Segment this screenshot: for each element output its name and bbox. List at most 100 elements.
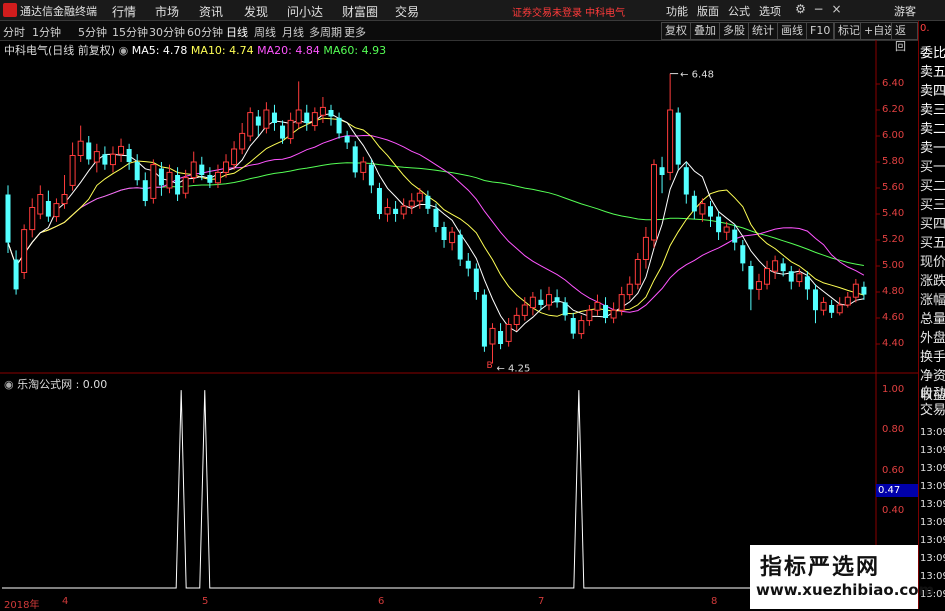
sidebar-item[interactable]: 自动 [920, 385, 945, 403]
candle [498, 323, 504, 350]
sidebar-item[interactable]: 外盘 [920, 330, 945, 348]
menu-item-news[interactable]: 资讯 [199, 3, 223, 20]
sidebar-item[interactable]: 净资 [920, 368, 945, 386]
tab-more[interactable]: 更多 [344, 24, 366, 40]
candle [449, 227, 456, 251]
overlay-button[interactable]: 叠加 [690, 22, 720, 40]
sidebar-item[interactable]: 买二 [920, 178, 945, 196]
menu-item-quotes[interactable]: 行情 [112, 3, 136, 20]
date-axis: 2018年 4 5 6 7 8 [0, 596, 876, 611]
candle [764, 260, 771, 290]
candle [603, 297, 609, 324]
sidebar-item[interactable]: 涨跌 [920, 273, 945, 291]
candle [393, 201, 399, 222]
menu-item-community[interactable]: 财富圈 [342, 3, 378, 20]
sidebar-item[interactable]: 现价 [920, 254, 945, 272]
menu-item-discover[interactable]: 发现 [244, 3, 268, 20]
trade-status-warning: 证券交易未登录 中科电气 [512, 8, 626, 19]
sidebar-item[interactable]: 卖三 [920, 102, 945, 120]
sidebar-item[interactable]: 交易 [920, 402, 945, 420]
tab-30min[interactable]: 30分钟 [149, 24, 185, 40]
price-tick-label: 4.60 [882, 312, 905, 323]
tab-weekly[interactable]: 周线 [254, 24, 276, 40]
sidebar-item[interactable]: 卖二 [920, 121, 945, 139]
low-price-label: ← 4.25 [496, 364, 530, 375]
tab-15min[interactable]: 15分钟 [112, 24, 148, 40]
sidebar-item[interactable]: 换手 [920, 349, 945, 367]
sidebar-item[interactable]: 买一 [920, 159, 945, 177]
sub-tick-label: 0.60 [882, 464, 905, 476]
menu-item-market[interactable]: 市场 [155, 3, 179, 20]
menu-item-formula[interactable]: 公式 [728, 3, 750, 19]
menu-item-function[interactable]: 功能 [666, 3, 688, 19]
candle [829, 299, 835, 318]
buy-marker: B [486, 361, 492, 371]
price-axis: 6.40 6.20 6.00 5.80 5.60 5.40 5.20 5.00 4.80 4.60… [876, 40, 920, 590]
candle [546, 286, 553, 311]
sidebar-item[interactable]: 卖一 [920, 140, 945, 158]
sidebar-item[interactable]: 买四 [920, 216, 945, 234]
tab-5min[interactable]: 5分钟 [78, 24, 107, 40]
adjust-button[interactable]: 复权 [661, 22, 691, 40]
candle [594, 294, 601, 316]
candle [683, 162, 689, 204]
login-link[interactable]: 游客 [894, 3, 916, 19]
candle [642, 227, 649, 269]
tab-multi-period[interactable]: 多周期 [309, 24, 342, 40]
minimize-icon[interactable]: − [812, 3, 825, 16]
tab-60min[interactable]: 60分钟 [187, 24, 223, 40]
candle [473, 263, 479, 300]
candle [93, 143, 100, 173]
candle [755, 273, 762, 300]
draw-button[interactable]: 画线 [777, 22, 807, 40]
candle [788, 266, 794, 290]
tab-intraday[interactable]: 分时 [3, 24, 25, 40]
back-button[interactable]: 返回 [891, 22, 918, 53]
stats-button[interactable]: 统计 [748, 22, 778, 40]
sidebar-item[interactable]: 卖四 [920, 83, 945, 101]
kline-chart[interactable]: ← 6.48 ← 4.25 B [0, 40, 918, 596]
sidebar-item[interactable]: 卖五 [920, 64, 945, 82]
watermark: 指标严选网 www.xuezhibiao.com [750, 545, 934, 609]
candle [384, 198, 391, 222]
f10-button[interactable]: F10 [806, 22, 835, 40]
candle [175, 167, 181, 201]
candles-group [5, 73, 867, 364]
settings-icon[interactable]: ⚙ [794, 3, 807, 16]
close-icon[interactable]: × [830, 3, 843, 16]
date-tick-label: 8 [711, 596, 718, 607]
trade-time: 13:09 [920, 535, 945, 546]
candle [352, 141, 358, 178]
candle [150, 159, 157, 204]
sidebar-item[interactable]: 买五 [920, 235, 945, 253]
candle [861, 281, 867, 300]
menu-item-trade[interactable]: 交易 [395, 3, 419, 20]
candle [716, 211, 722, 240]
candle [489, 323, 496, 364]
tab-daily[interactable]: 日线 [226, 24, 248, 40]
multi-stock-button[interactable]: 多股 [719, 22, 749, 40]
candle [433, 203, 439, 233]
quote-sidebar: 0. 委比 卖五 卖四 卖三 卖二 卖一 买一 买二 买三 买四 买五 现价 涨跌 涨幅 总量 外盘 换手 净资收… [918, 21, 945, 609]
date-tick-label: 7 [538, 596, 545, 607]
candle [118, 138, 125, 162]
sidebar-item[interactable]: 涨幅 [920, 292, 945, 310]
menu-item-layout[interactable]: 版面 [697, 3, 719, 19]
sidebar-item[interactable]: 总量 [920, 311, 945, 329]
sidebar-item[interactable]: 委比 [920, 45, 945, 63]
candle [53, 198, 60, 222]
sidebar-item[interactable]: 买三 [920, 197, 945, 215]
trade-time: 13:09 [920, 445, 945, 456]
candle [304, 104, 310, 131]
menu-item-options[interactable]: 选项 [759, 3, 781, 19]
candle [368, 159, 374, 194]
candle [102, 146, 108, 170]
chart-frame [0, 40, 918, 596]
tab-monthly[interactable]: 月线 [282, 24, 304, 40]
trade-time: 13:09 [920, 427, 945, 438]
tab-1min[interactable]: 1分钟 [32, 24, 61, 40]
candle [675, 107, 681, 170]
signal-line [2, 390, 874, 589]
sub-tick-label: 0.80 [882, 424, 905, 436]
menu-item-ask[interactable]: 问小达 [287, 3, 323, 20]
